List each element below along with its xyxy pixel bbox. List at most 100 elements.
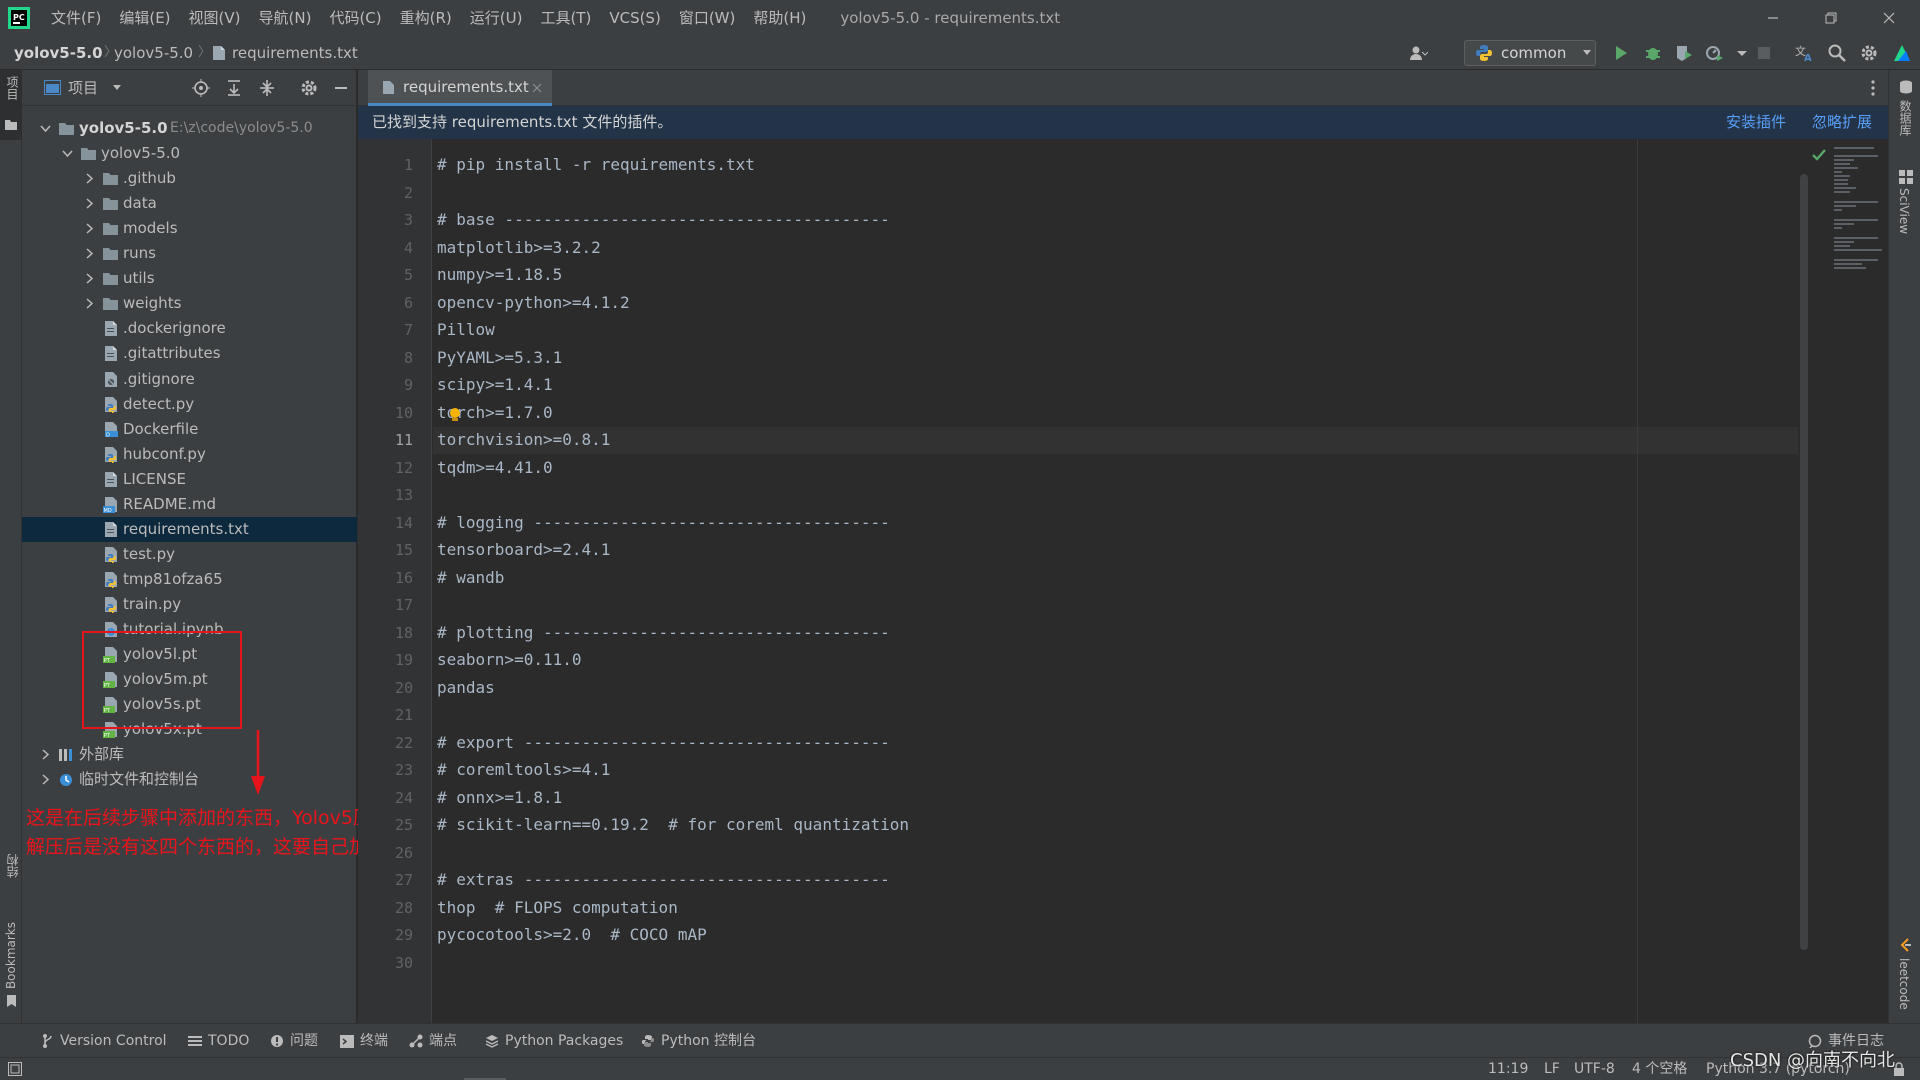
more-run-options-icon[interactable] (1732, 43, 1752, 63)
code-line[interactable]: tensorboard>=2.4.1 (437, 540, 610, 559)
more-options-icon[interactable] (1870, 80, 1876, 96)
indent-setting[interactable]: 4 个空格 (1632, 1058, 1687, 1080)
tree-file[interactable]: test.py (22, 542, 357, 567)
database-tool-label[interactable]: 数据库 (1897, 100, 1914, 136)
tree-file[interactable]: MD README.md (22, 492, 357, 517)
locate-file-icon[interactable] (192, 79, 210, 97)
hide-panel-icon[interactable] (332, 79, 350, 97)
breadcrumb-folder[interactable]: yolov5-5.0 (114, 36, 193, 70)
tree-folder[interactable]: runs (22, 241, 357, 266)
menu-item[interactable]: 帮助(H) (744, 0, 815, 36)
tree-folder[interactable]: models (22, 216, 357, 241)
code-line[interactable]: # onnx>=1.8.1 (437, 788, 562, 807)
menu-item[interactable]: 代码(C) (320, 0, 390, 36)
code-line[interactable]: # export -------------------------------… (437, 733, 890, 752)
menu-item[interactable]: 窗口(W) (670, 0, 745, 36)
settings-gear-icon[interactable] (300, 79, 318, 97)
code-line[interactable]: # scikit-learn==0.19.2 # for coreml quan… (437, 815, 909, 834)
debug-icon[interactable] (1643, 43, 1663, 63)
stop-icon[interactable] (1754, 43, 1774, 63)
tree-file[interactable]: hubconf.py (22, 442, 357, 467)
tree-external-libraries[interactable]: 外部库 (22, 742, 357, 767)
python-packages-tool[interactable]: Python Packages (485, 1024, 623, 1058)
code-line[interactable]: # wandb (437, 568, 504, 587)
menu-item[interactable]: 导航(N) (250, 0, 321, 36)
tree-folder[interactable]: utils (22, 266, 357, 291)
endpoints-tool[interactable]: 端点 (409, 1024, 457, 1058)
tree-folder[interactable]: .github (22, 166, 357, 191)
coverage-icon[interactable] (1674, 43, 1694, 63)
ignore-extension-link[interactable]: 忽略扩展 (1812, 106, 1872, 139)
install-plugin-link[interactable]: 安装插件 (1726, 106, 1786, 139)
tree-folder[interactable]: weights (22, 291, 357, 316)
settings-gear-icon[interactable] (1859, 43, 1879, 63)
close-tab-icon[interactable] (532, 83, 542, 93)
plugin-logo-icon[interactable] (1892, 43, 1912, 63)
breadcrumb-project[interactable]: yolov5-5.0 (14, 36, 103, 70)
sciview-tool-label[interactable]: SciView (1897, 188, 1911, 234)
run-configuration-select[interactable]: common (1464, 40, 1596, 66)
line-separator[interactable]: LF (1544, 1058, 1560, 1080)
toggle-tool-windows-icon[interactable] (8, 1062, 22, 1076)
menu-item[interactable]: 编辑(E) (110, 0, 179, 36)
tree-file[interactable]: train.py (22, 592, 357, 617)
menu-item[interactable]: 重构(R) (391, 0, 461, 36)
code-line[interactable]: Pillow (437, 320, 495, 339)
menu-item[interactable]: 文件(F) (42, 0, 110, 36)
translate-icon[interactable]: 文A (1794, 43, 1814, 63)
todo-tool[interactable]: TODO (188, 1024, 249, 1058)
code-line[interactable]: # pip install -r requirements.txt (437, 155, 755, 174)
problems-tool[interactable]: 问题 (270, 1024, 318, 1058)
caret-position[interactable]: 11:19 (1488, 1058, 1528, 1080)
restore-button[interactable] (1802, 0, 1860, 36)
tree-file[interactable]: D Dockerfile (22, 417, 357, 442)
profile-icon[interactable] (1704, 43, 1724, 63)
code-line[interactable]: pandas (437, 678, 495, 697)
leetcode-tool-label[interactable]: leetcode (1897, 958, 1911, 1010)
code-line[interactable]: thop # FLOPS computation (437, 898, 678, 917)
code-line[interactable]: pycocotools>=2.0 # COCO mAP (437, 925, 707, 944)
tree-folder[interactable]: data (22, 191, 357, 216)
project-tool-button[interactable]: 项目 (0, 70, 22, 140)
code-line[interactable]: numpy>=1.18.5 (437, 265, 562, 284)
code-editor[interactable]: # pip install -r requirements.txt # base … (433, 139, 1798, 1023)
code-line[interactable]: PyYAML>=5.3.1 (437, 348, 562, 367)
tree-file[interactable]: tmp81ofza65 (22, 567, 357, 592)
code-line[interactable]: torchvision>=0.8.1 (437, 430, 610, 449)
code-line[interactable]: # logging ------------------------------… (437, 513, 890, 532)
project-panel-title[interactable]: 项目 (68, 70, 98, 106)
code-line[interactable]: # extras -------------------------------… (437, 870, 890, 889)
terminal-tool[interactable]: 终端 (340, 1024, 388, 1058)
tree-file[interactable]: .gitignore (22, 367, 357, 392)
file-encoding[interactable]: UTF-8 (1574, 1058, 1615, 1080)
code-line[interactable]: # plotting -----------------------------… (437, 623, 890, 642)
intention-bulb-icon[interactable] (448, 407, 462, 423)
version-control-tool[interactable]: Version Control (42, 1024, 167, 1058)
tree-scratches-consoles[interactable]: 临时文件和控制台 (22, 767, 357, 792)
chevron-down-icon[interactable] (112, 84, 122, 92)
tree-file[interactable]: requirements.txt (22, 516, 357, 542)
tree-folder[interactable]: yolov5-5.0 (22, 141, 357, 166)
tree-file[interactable]: LICENSE (22, 467, 357, 492)
code-line[interactable]: opencv-python>=4.1.2 (437, 293, 630, 312)
code-line[interactable]: tqdm>=4.41.0 (437, 458, 553, 477)
breadcrumb-file[interactable]: requirements.txt (232, 36, 358, 70)
collapse-all-icon[interactable] (258, 79, 276, 97)
editor-scrollbar[interactable] (1800, 174, 1808, 950)
structure-tool-label[interactable]: 结构 (4, 854, 21, 878)
menu-item[interactable]: 工具(T) (531, 0, 600, 36)
tree-file[interactable]: detect.py (22, 392, 357, 417)
tree-file[interactable]: .dockerignore (22, 316, 357, 341)
bookmarks-tool-label[interactable]: Bookmarks (4, 922, 18, 989)
minimize-button[interactable] (1744, 0, 1802, 36)
close-window-button[interactable] (1860, 0, 1918, 36)
code-line[interactable]: matplotlib>=3.2.2 (437, 238, 601, 257)
tree-root-folder[interactable]: yolov5-5.0 E:\z\code\yolov5-5.0 (22, 116, 357, 141)
search-icon[interactable] (1827, 43, 1847, 63)
menu-item[interactable]: VCS(S) (600, 0, 669, 36)
expand-all-icon[interactable] (225, 79, 243, 97)
run-icon[interactable] (1611, 43, 1631, 63)
user-account-icon[interactable] (1408, 43, 1428, 63)
menu-item[interactable]: 视图(V) (180, 0, 250, 36)
code-minimap[interactable] (1810, 139, 1888, 1023)
